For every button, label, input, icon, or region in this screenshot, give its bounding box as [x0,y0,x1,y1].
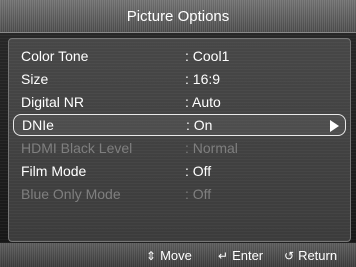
menu-item-blue-only-mode: Blue Only Mode : Off [13,183,346,205]
footer-bar: ⇕ Move ↵ Enter ↺ Return [0,243,356,267]
menu-item-label: HDMI Black Level [21,140,133,156]
osd-menu: Picture Options Color Tone : Cool1 Size … [0,0,356,267]
menu-item-label: Blue Only Mode [21,186,121,202]
menu-item-value: : Cool1 [185,48,230,64]
menu-item-label: Color Tone [21,48,89,64]
return-label: Return [298,248,338,263]
right-arrow-icon [330,120,339,132]
move-label: Move [160,248,192,263]
title-bar: Picture Options [0,0,356,33]
menu-item-value: : On [186,117,213,133]
enter-label: Enter [232,248,264,263]
return-hint: ↺ Return [284,248,337,263]
menu-item-value: : 16:9 [185,71,221,87]
up-down-arrows-icon: ⇕ [146,248,157,263]
menu-item-film-mode[interactable]: Film Mode : Off [13,160,346,182]
options-panel: Color Tone : Cool1 Size : 16:9 Digital N… [8,38,351,242]
menu-item-label: DNIe [22,117,54,133]
menu-title: Picture Options [126,7,230,25]
menu-item-color-tone[interactable]: Color Tone : Cool1 [13,45,346,67]
menu-item-size[interactable]: Size : 16:9 [13,68,346,90]
return-arrow-icon: ↺ [284,248,295,263]
menu-item-value: : Off [185,186,212,202]
menu-item-digital-nr[interactable]: Digital NR : Auto [13,91,346,113]
menu-item-dnie[interactable]: DNIe : On [13,114,346,136]
menu-item-label: Film Mode [21,163,87,179]
menu-item-value: : Normal [185,140,238,156]
menu-item-label: Size [21,71,49,87]
enter-icon: ↵ [218,248,229,263]
menu-item-value: : Auto [185,94,221,110]
menu-item-value: : Off [185,163,212,179]
move-hint: ⇕ Move [146,248,192,263]
menu-item-hdmi-black-level: HDMI Black Level : Normal [13,137,346,159]
enter-hint: ↵ Enter [218,248,263,263]
menu-item-label: Digital NR [21,94,85,110]
